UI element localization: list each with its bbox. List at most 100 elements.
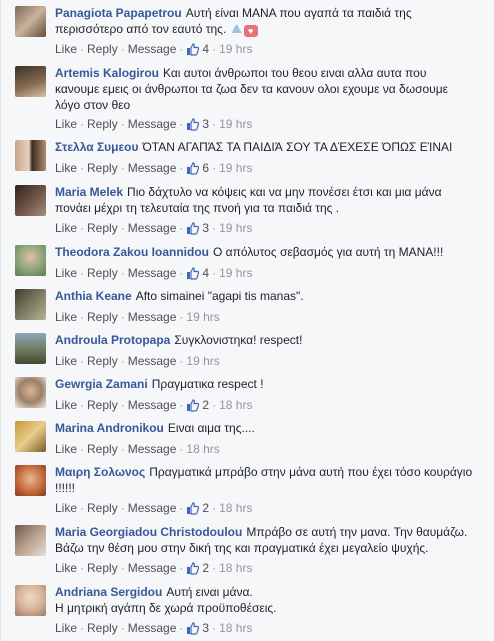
reply-link[interactable]: Reply — [87, 161, 118, 175]
commenter-name[interactable]: Maria Georgiadou Christodoulou — [55, 525, 242, 539]
like-link[interactable]: Like — [55, 42, 77, 56]
avatar[interactable] — [15, 333, 46, 364]
comment-text-line-2: !!!!!! — [55, 481, 76, 495]
thumbs-up-icon[interactable] — [186, 399, 200, 412]
like-count[interactable]: 3 — [202, 221, 209, 235]
like-link[interactable]: Like — [55, 117, 77, 131]
reply-link[interactable]: Reply — [87, 398, 118, 412]
thumbs-up-icon[interactable] — [186, 502, 200, 515]
message-link[interactable]: Message — [128, 42, 177, 56]
comment-actions: Like · Reply · Message · 3 · 18 hrs — [55, 621, 253, 635]
commenter-name[interactable]: Στελλα Συμεου — [55, 140, 139, 154]
like-count[interactable]: 3 — [202, 621, 209, 635]
timestamp[interactable]: 18 hrs — [219, 501, 252, 515]
thumbs-up-icon[interactable] — [186, 562, 200, 575]
timestamp[interactable]: 19 hrs — [219, 42, 252, 56]
like-count[interactable]: 3 — [202, 117, 209, 131]
thumbs-up-icon[interactable] — [186, 267, 200, 280]
comment-body: Andriana Sergidou Αυτή ειναι μάνα. Η μητρ… — [55, 584, 481, 616]
like-link[interactable]: Like — [55, 442, 77, 456]
comment-text-line-1: Συγκλονιστηκα! respect! — [174, 333, 303, 347]
reply-link[interactable]: Reply — [87, 221, 118, 235]
message-link[interactable]: Message — [128, 501, 177, 515]
message-link[interactable]: Message — [128, 398, 177, 412]
commenter-name[interactable]: Panagiota Papapetrou — [55, 6, 182, 20]
like-link[interactable]: Like — [55, 161, 77, 175]
message-link[interactable]: Message — [128, 621, 177, 635]
like-link[interactable]: Like — [55, 266, 77, 280]
commenter-name[interactable]: Gewrgia Zamani — [55, 377, 148, 391]
message-link[interactable]: Message — [128, 561, 177, 575]
message-link[interactable]: Message — [128, 117, 177, 131]
thumbs-up-icon[interactable] — [186, 622, 200, 635]
timestamp[interactable]: 19 hrs — [186, 310, 219, 324]
praying-hands-emoji-icon — [231, 24, 242, 33]
commenter-name[interactable]: Anthia Keane — [55, 289, 132, 303]
comment-text-line-1: Και αυτοι άνθρωποι του θεου ειναι αλλα α… — [163, 66, 427, 80]
message-link[interactable]: Message — [128, 161, 177, 175]
comment-body: Gewrgia Zamani Πραγματικα respect ! — [55, 376, 481, 392]
reply-link[interactable]: Reply — [87, 117, 118, 131]
timestamp[interactable]: 18 hrs — [219, 621, 252, 635]
reply-link[interactable]: Reply — [87, 266, 118, 280]
like-count[interactable]: 4 — [202, 266, 209, 280]
comment-body: Panagiota Papapetrou Αυτή είναι ΜΑΝΑ που … — [55, 5, 481, 37]
timestamp[interactable]: 18 hrs — [186, 442, 219, 456]
reply-link[interactable]: Reply — [87, 354, 118, 368]
timestamp[interactable]: 19 hrs — [219, 221, 252, 235]
reply-link[interactable]: Reply — [87, 310, 118, 324]
message-link[interactable]: Message — [128, 266, 177, 280]
avatar[interactable] — [15, 6, 46, 37]
timestamp[interactable]: 19 hrs — [219, 117, 252, 131]
commenter-name[interactable]: Artemis Kalogirou — [55, 66, 159, 80]
like-count[interactable]: 2 — [202, 561, 209, 575]
message-link[interactable]: Message — [128, 310, 177, 324]
reply-link[interactable]: Reply — [87, 501, 118, 515]
like-link[interactable]: Like — [55, 354, 77, 368]
commenter-name[interactable]: Androula Protopapa — [55, 333, 170, 347]
reply-link[interactable]: Reply — [87, 621, 118, 635]
reply-link[interactable]: Reply — [87, 561, 118, 575]
avatar[interactable] — [15, 421, 46, 452]
like-count[interactable]: 2 — [202, 398, 209, 412]
commenter-name[interactable]: Marina Andronikou — [55, 421, 164, 435]
comment-actions: Like · Reply · Message · 3 · 19 hrs — [55, 117, 253, 131]
avatar[interactable] — [15, 465, 46, 496]
comment-text-line-1: Μπράβο σε αυτή την μανα. Την θαυμάζω. — [246, 525, 468, 539]
like-link[interactable]: Like — [55, 398, 77, 412]
thumbs-up-icon[interactable] — [186, 118, 200, 131]
timestamp[interactable]: 19 hrs — [219, 266, 252, 280]
like-link[interactable]: Like — [55, 561, 77, 575]
avatar[interactable] — [15, 140, 46, 171]
like-count[interactable]: 4 — [202, 42, 209, 56]
thumbs-up-icon[interactable] — [186, 162, 200, 175]
avatar[interactable] — [15, 289, 46, 320]
thumbs-up-icon[interactable] — [186, 43, 200, 56]
thumbs-up-icon[interactable] — [186, 222, 200, 235]
timestamp[interactable]: 18 hrs — [219, 561, 252, 575]
like-link[interactable]: Like — [55, 621, 77, 635]
reply-link[interactable]: Reply — [87, 42, 118, 56]
timestamp[interactable]: 19 hrs — [219, 161, 252, 175]
avatar[interactable] — [15, 377, 46, 408]
commenter-name[interactable]: Μαιρη Σολωνος — [55, 465, 145, 479]
like-count[interactable]: 6 — [202, 161, 209, 175]
message-link[interactable]: Message — [128, 442, 177, 456]
message-link[interactable]: Message — [128, 221, 177, 235]
avatar[interactable] — [15, 525, 46, 556]
message-link[interactable]: Message — [128, 354, 177, 368]
like-count[interactable]: 2 — [202, 501, 209, 515]
like-link[interactable]: Like — [55, 310, 77, 324]
like-link[interactable]: Like — [55, 221, 77, 235]
avatar[interactable] — [15, 185, 46, 216]
like-link[interactable]: Like — [55, 501, 77, 515]
avatar[interactable] — [15, 66, 46, 97]
avatar[interactable] — [15, 585, 46, 616]
reply-link[interactable]: Reply — [87, 442, 118, 456]
commenter-name[interactable]: Andriana Sergidou — [55, 585, 162, 599]
timestamp[interactable]: 18 hrs — [219, 398, 252, 412]
avatar[interactable] — [15, 245, 46, 276]
commenter-name[interactable]: Maria Melek — [55, 185, 123, 199]
timestamp[interactable]: 19 hrs — [186, 354, 219, 368]
commenter-name[interactable]: Theodora Zakou Ioannidou — [55, 245, 209, 259]
